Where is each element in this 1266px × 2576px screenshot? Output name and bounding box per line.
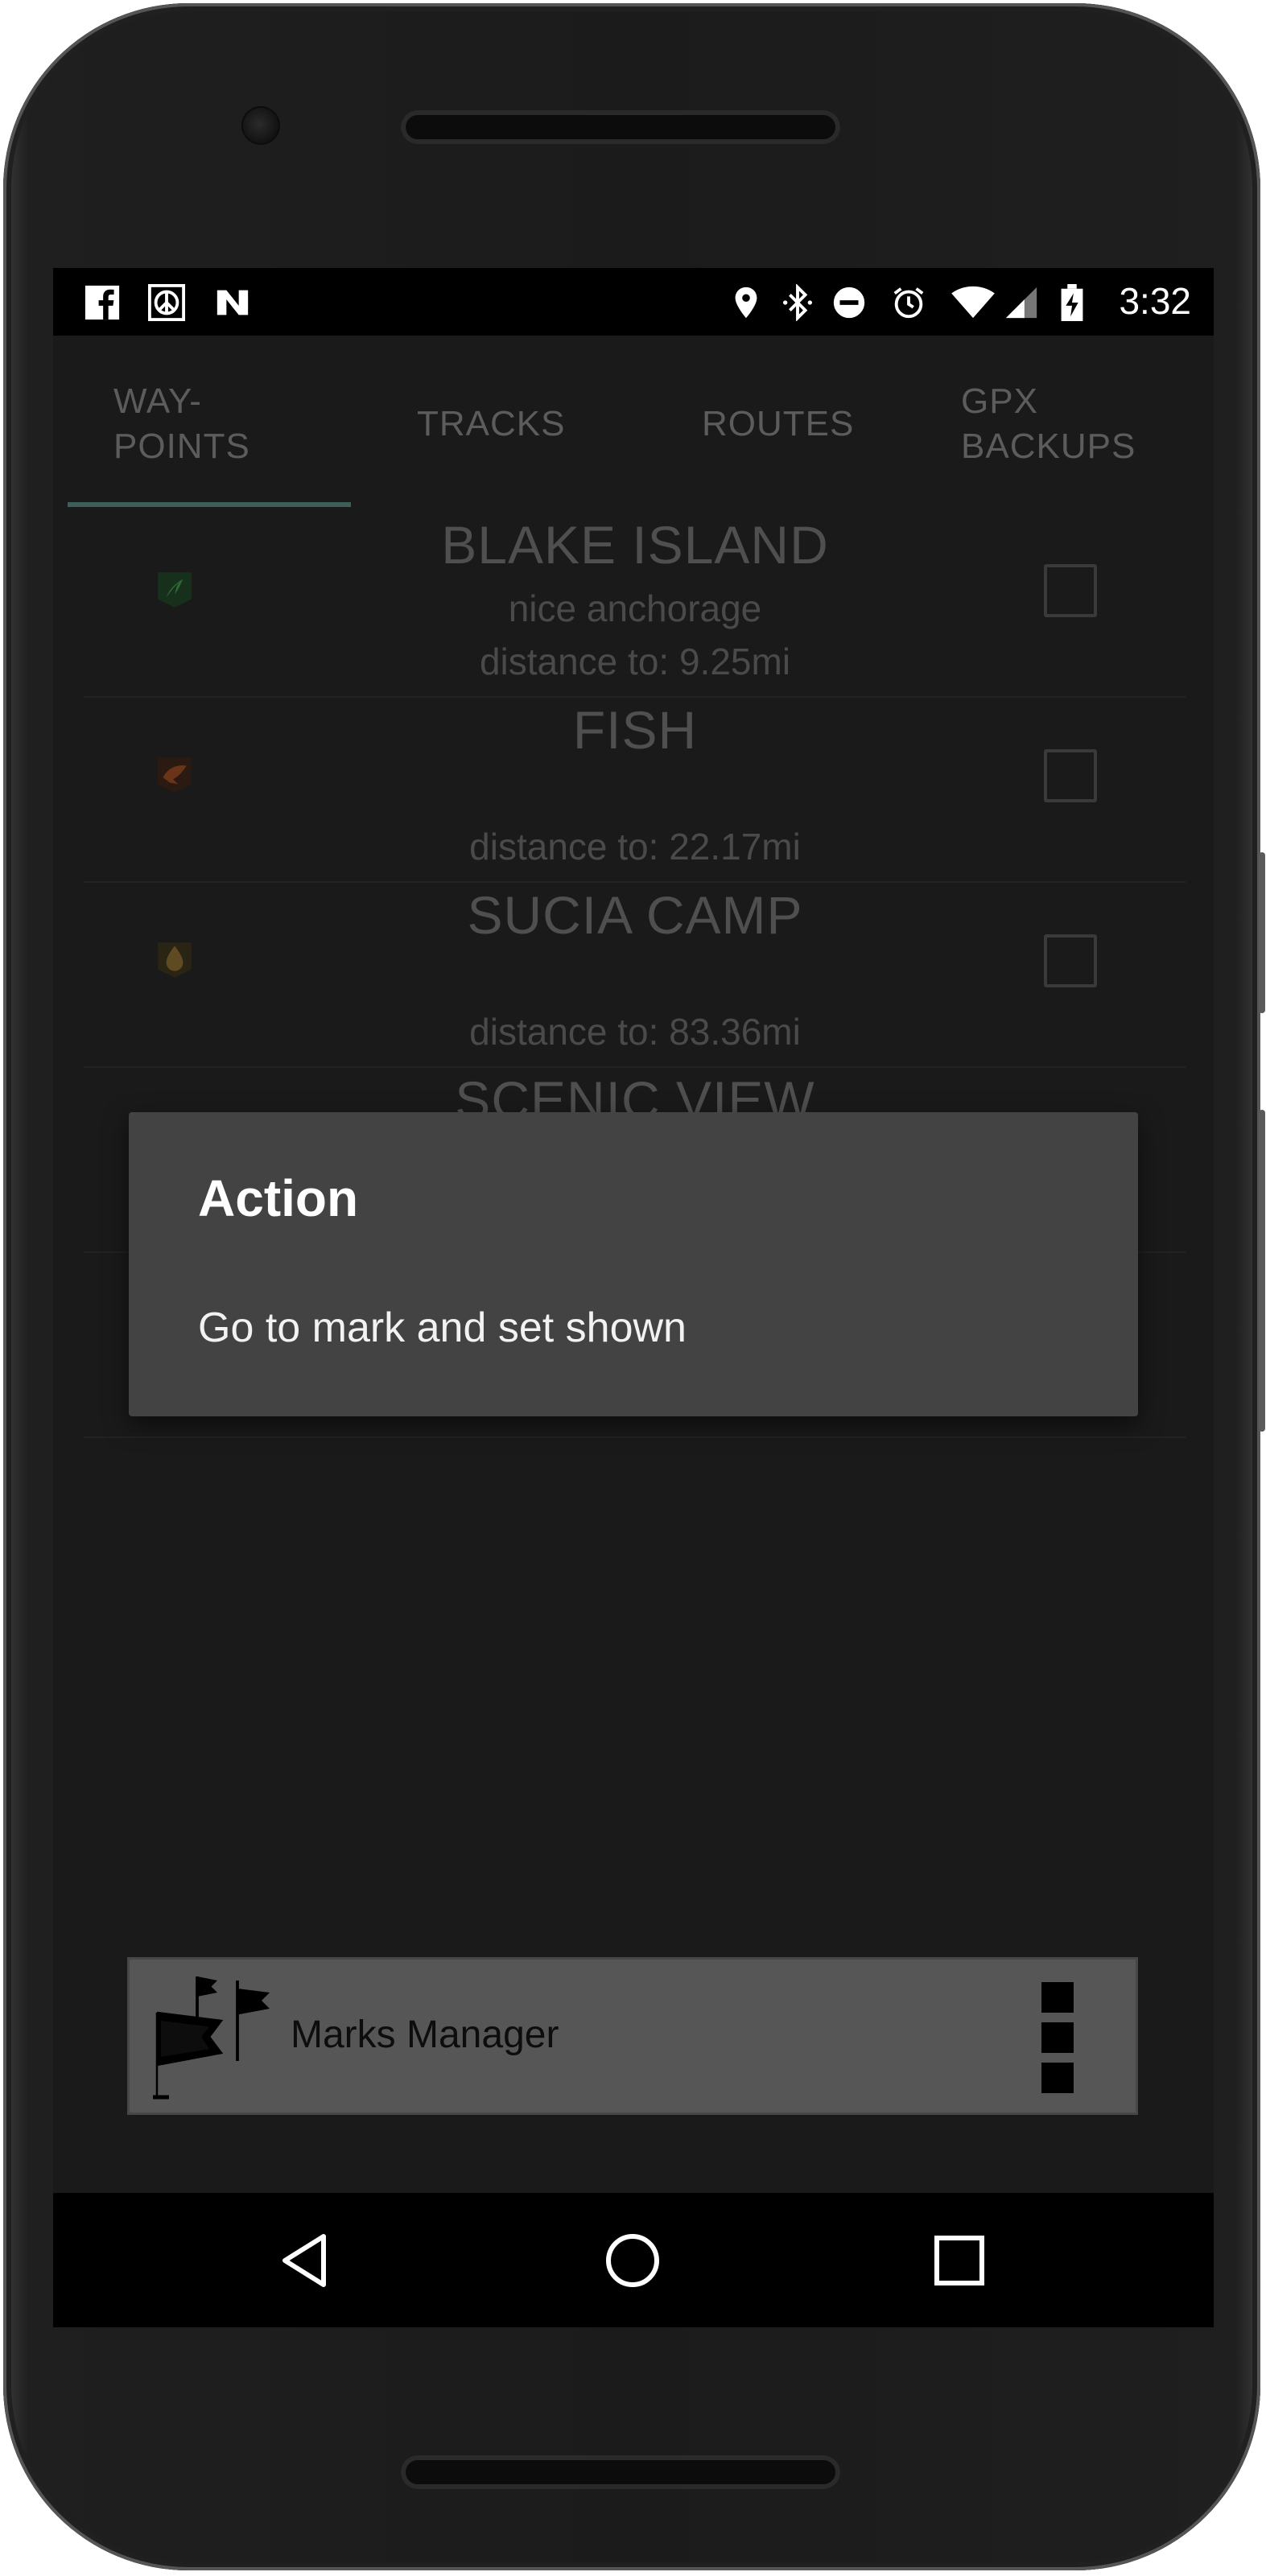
tab-label: WAY- POINTS: [113, 381, 250, 466]
flags-logo-icon: [153, 1976, 270, 2100]
waypoint-checkbox[interactable]: [1044, 749, 1097, 802]
active-tab-indicator: [68, 502, 351, 507]
navigation-bar: [53, 2193, 1214, 2327]
dialog-option-go-to-mark[interactable]: Go to mark and set shown: [198, 1304, 687, 1352]
do-not-disturb-icon: [833, 286, 865, 319]
location-icon: [735, 286, 757, 319]
bottom-speaker: [401, 2455, 840, 2489]
waypoint-description: nice anchorage: [508, 587, 762, 629]
waypoint-distance: distance to: 9.25mi: [479, 641, 791, 682]
tab-gpx-backups[interactable]: GPX BACKUPS: [961, 336, 1136, 513]
tab-tracks[interactable]: TRACKS: [417, 336, 565, 513]
menu-dot: [1041, 2022, 1074, 2053]
waypoint-name: FISH: [572, 700, 698, 760]
tab-label: GPX BACKUPS: [961, 381, 1136, 466]
recents-icon[interactable]: [927, 2228, 992, 2293]
wifi-icon: [951, 286, 995, 319]
marks-manager-toolbar: Marks Manager: [127, 1957, 1138, 2115]
alarm-icon: [893, 287, 924, 319]
front-camera: [243, 108, 278, 143]
waypoint-name: BLAKE ISLAND: [441, 515, 829, 575]
power-button: [1259, 852, 1265, 1013]
facebook-icon: [85, 285, 120, 320]
clock: 3:32: [1119, 280, 1191, 322]
n-app-icon: [216, 290, 249, 315]
home-icon[interactable]: [600, 2228, 665, 2293]
waypoint-distance: distance to: 22.17mi: [469, 826, 801, 868]
back-icon[interactable]: [275, 2228, 340, 2293]
waypoint-distance: distance to: 83.36mi: [469, 1011, 801, 1053]
volume-button: [1259, 1110, 1265, 1432]
screen: 3:32 WAY- POINTS TRACKS ROUTES GPX BACKU…: [53, 268, 1214, 2327]
peace-icon: [148, 284, 185, 321]
phone-frame: 3:32 WAY- POINTS TRACKS ROUTES GPX BACKU…: [3, 3, 1265, 2570]
cell-signal-icon: [1005, 286, 1037, 319]
list-item[interactable]: BLAKE ISLAND nice anchorage distance to:…: [84, 513, 1186, 698]
tab-routes[interactable]: ROUTES: [702, 336, 854, 513]
toolbar-title: Marks Manager: [291, 2013, 559, 2056]
top-speaker: [401, 110, 840, 144]
tab-label: ROUTES: [702, 404, 855, 443]
menu-dot: [1041, 2063, 1074, 2093]
bluetooth-icon: [782, 284, 813, 321]
tab-bar: WAY- POINTS TRACKS ROUTES GPX BACKUPS: [53, 336, 1214, 513]
list-item[interactable]: FISH distance to: 22.17mi: [84, 698, 1186, 883]
waypoint-checkbox[interactable]: [1044, 564, 1097, 617]
status-bar: 3:32: [53, 268, 1214, 336]
overflow-menu-icon[interactable]: [1041, 1982, 1074, 2095]
waypoint-name: SUCIA CAMP: [467, 885, 803, 945]
tab-label: TRACKS: [417, 404, 566, 443]
dialog-title: Action: [198, 1169, 359, 1227]
tab-waypoints[interactable]: WAY- POINTS: [113, 336, 250, 513]
battery-charging-icon: [1061, 284, 1083, 321]
waypoint-checkbox[interactable]: [1044, 934, 1097, 987]
menu-dot: [1041, 1982, 1074, 2013]
list-item[interactable]: SUCIA CAMP distance to: 83.36mi: [84, 883, 1186, 1068]
action-dialog: Action Go to mark and set shown: [129, 1112, 1138, 1416]
